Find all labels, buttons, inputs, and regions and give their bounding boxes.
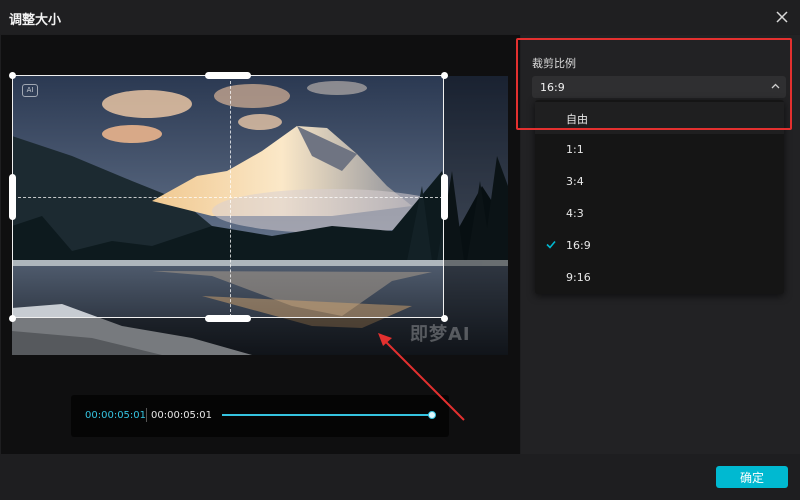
playback-timeline: 00:00:05:01 00:00:05:01 — [71, 395, 449, 437]
progress-track[interactable] — [222, 414, 432, 416]
crop-handle-bottom[interactable] — [205, 315, 251, 322]
dialog-title-bar: 调整大小 — [0, 0, 800, 34]
dropdown-option-label: 3:4 — [566, 175, 584, 188]
close-icon — [776, 11, 788, 23]
crop-handle-left[interactable] — [9, 174, 16, 220]
dialog-title: 调整大小 — [9, 13, 62, 28]
watermark: 即梦AI — [410, 324, 471, 345]
crop-box[interactable] — [12, 75, 444, 318]
close-button[interactable] — [772, 7, 792, 27]
annotation-highlight-box — [516, 38, 792, 130]
dropdown-option[interactable]: 3:4 — [535, 166, 784, 198]
crop-handle-bottom-right[interactable] — [441, 315, 448, 322]
crop-handle-top-right[interactable] — [441, 72, 448, 79]
crop-grid-line — [13, 197, 443, 198]
crop-handle-bottom-left[interactable] — [9, 315, 16, 322]
confirm-button[interactable]: 确定 — [716, 466, 788, 488]
dropdown-option[interactable]: 16:9 — [535, 230, 784, 262]
dropdown-option[interactable]: 4:3 — [535, 198, 784, 230]
total-time: 00:00:05:01 — [151, 410, 213, 421]
dialog-footer — [0, 454, 800, 500]
dropdown-option-label: 4:3 — [566, 207, 584, 220]
crop-handle-top[interactable] — [205, 72, 251, 79]
check-icon — [546, 240, 556, 249]
crop-handle-top-left[interactable] — [9, 72, 16, 79]
crop-handle-right[interactable] — [441, 174, 448, 220]
playhead-handle[interactable] — [428, 411, 436, 419]
crop-dim-right — [444, 76, 508, 355]
dropdown-option-label: 1:1 — [566, 143, 584, 156]
dropdown-option-label: 9:16 — [566, 271, 591, 284]
time-divider — [146, 408, 147, 422]
dropdown-option-label: 16:9 — [566, 239, 591, 252]
dropdown-option[interactable]: 9:16 — [535, 262, 784, 294]
dropdown-option[interactable]: 1:1 — [535, 134, 784, 166]
crop-dim-bottom — [12, 318, 444, 355]
current-time: 00:00:05:01 — [85, 410, 147, 421]
